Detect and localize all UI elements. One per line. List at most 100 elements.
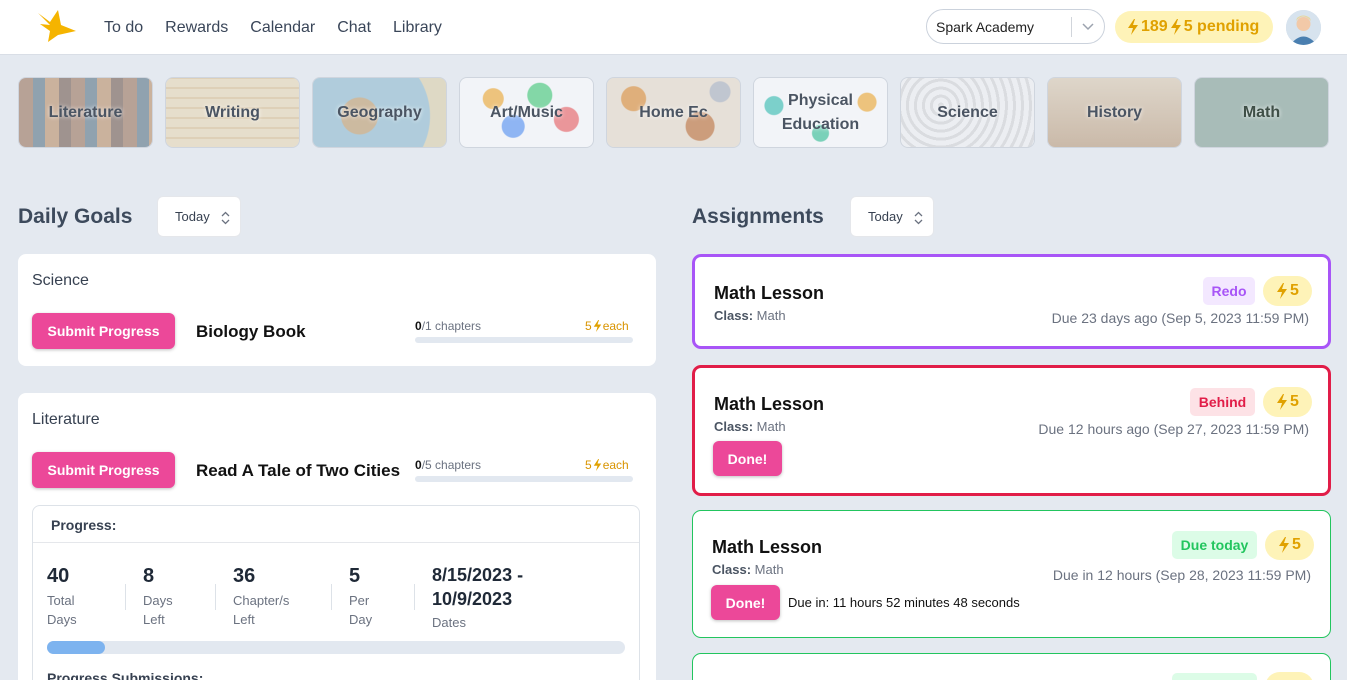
top-header: To do Rewards Calendar Chat Library Spar… [0,0,1347,55]
subject-label: Art/Music [490,103,563,121]
points-badge: 5 [1263,387,1312,417]
due-date: Due 12 hours ago (Sep 27, 2023 11:59 PM) [1038,421,1309,437]
subject-label: Literature [48,103,123,121]
stat-total-days: 40 Total Days [47,565,77,627]
subject-card-art-music[interactable]: Art/Music [459,77,594,148]
updown-chevron-icon [221,211,230,225]
subject-card-history[interactable]: History [1047,77,1182,148]
assignment-card[interactable] [692,653,1331,680]
done-button[interactable]: Done! [713,441,782,476]
progress-fill [47,641,105,654]
chapter-progress-bar [415,337,633,343]
nav-rewards[interactable]: Rewards [165,19,228,37]
goal-card-science: Science Submit Progress Biology Book 0/1… [18,254,656,366]
subject-label: Home Ec [639,103,708,121]
subject-card-home-ec[interactable]: Home Ec [606,77,741,148]
subject-card-writing[interactable]: Writing [165,77,300,148]
assignment-title: Math Lesson [714,283,825,303]
bolt-icon [1279,537,1290,553]
points-badge: 5 [1263,276,1312,306]
subject-card-literature[interactable]: Literature [18,77,153,148]
logo-icon[interactable] [36,9,78,43]
subject-label: History [1086,103,1143,121]
assignment-title: Math Lesson [714,394,825,414]
assignments-title: Assignments [692,205,824,228]
stat-per-day: 5 Per Day [349,565,373,627]
stat-days-left: 8 Days Left [143,565,173,627]
divider [33,542,639,543]
assignment-card[interactable]: Math Lesson Class: Math Redo 5 Due 23 da… [692,254,1331,349]
pending-points: 5 pending [1183,18,1260,35]
subject-card-physical-education[interactable]: Physical Education [753,77,888,148]
chevron-down-icon [1082,23,1094,31]
main-nav: To do Rewards Calendar Chat Library [104,0,442,55]
subject-list: Literature Writing Geography Art/Music H… [18,77,1329,148]
bolt-icon [1277,283,1288,299]
assignment-card[interactable]: Math Lesson Class: Math Behind 5 Due 12 … [692,365,1331,496]
school-select-value: Spark Academy [936,18,1035,35]
status-badge: Due today [1172,531,1257,559]
book-title: Biology Book [196,322,306,341]
points-badge: 5 [1265,530,1314,560]
filter-value: Today [868,209,903,224]
filter-value: Today [175,209,210,224]
goal-card-literature: Literature Submit Progress Read A Tale o… [18,393,656,680]
done-button[interactable]: Done! [711,585,780,620]
stat-chapters-left: 36 Chapter/s Left [233,565,290,627]
status-badge: Redo [1203,277,1255,305]
subject-label: Math [1242,103,1281,121]
assignment-class: Class: Math [714,308,786,323]
subject-card-science[interactable]: Science [900,77,1035,148]
chapter-progress-bar [415,476,633,482]
avatar[interactable] [1286,10,1321,45]
nav-library[interactable]: Library [393,19,442,37]
subject-label: Science [937,103,998,121]
divider [414,584,415,610]
chapter-count: 0/1 chapters [415,319,482,333]
divider [215,584,216,610]
assignment-title: Math Lesson [712,537,823,557]
goal-subject: Science [32,272,89,289]
bolt-icon [1170,19,1181,35]
points-balance[interactable]: 189 5 pending [1115,11,1273,43]
progress-submissions-title: Progress Submissions: [47,670,204,680]
book-title: Read A Tale of Two Cities [196,461,401,480]
overall-progress-bar [47,641,625,654]
subject-label: Writing [205,103,260,121]
stat-dates: 8/15/2023 - 10/9/2023 Dates [432,565,524,630]
assignment-card[interactable]: Math Lesson Class: Math Due today 5 Due … [692,510,1331,638]
user-avatar-icon [1286,10,1321,45]
submit-progress-button[interactable]: Submit Progress [32,452,175,488]
points-badge [1265,672,1314,680]
select-divider [1071,17,1072,37]
points-each: 5 each [585,319,629,333]
divider [125,584,126,610]
nav-calendar[interactable]: Calendar [250,19,315,37]
bolt-icon [1277,394,1288,410]
assignment-class: Class: Math [712,562,784,577]
subject-card-math[interactable]: Math [1194,77,1329,148]
subject-card-geography[interactable]: Geography [312,77,447,148]
assignment-class: Class: Math [714,419,786,434]
points-value: 189 [1141,18,1168,35]
status-badge: Behind [1190,388,1255,416]
nav-todo[interactable]: To do [104,19,143,37]
bolt-icon [593,459,601,471]
daily-goals-title: Daily Goals [18,205,133,228]
goal-subject: Literature [32,411,100,428]
bolt-icon [593,320,601,332]
subject-label: Geography [337,103,422,121]
school-select[interactable]: Spark Academy [926,9,1105,44]
chapter-count: 0/5 chapters [415,458,482,472]
due-date: Due 23 days ago (Sep 5, 2023 11:59 PM) [1051,310,1309,326]
status-badge [1172,673,1257,680]
subject-label: Physical Education [781,91,860,133]
daily-goals-filter[interactable]: Today [157,196,241,237]
progress-title: Progress: [51,517,117,533]
submit-progress-button[interactable]: Submit Progress [32,313,175,349]
points-each: 5 each [585,458,629,472]
nav-chat[interactable]: Chat [337,19,371,37]
divider [331,584,332,610]
bolt-icon [1128,19,1138,35]
assignments-filter[interactable]: Today [850,196,934,237]
